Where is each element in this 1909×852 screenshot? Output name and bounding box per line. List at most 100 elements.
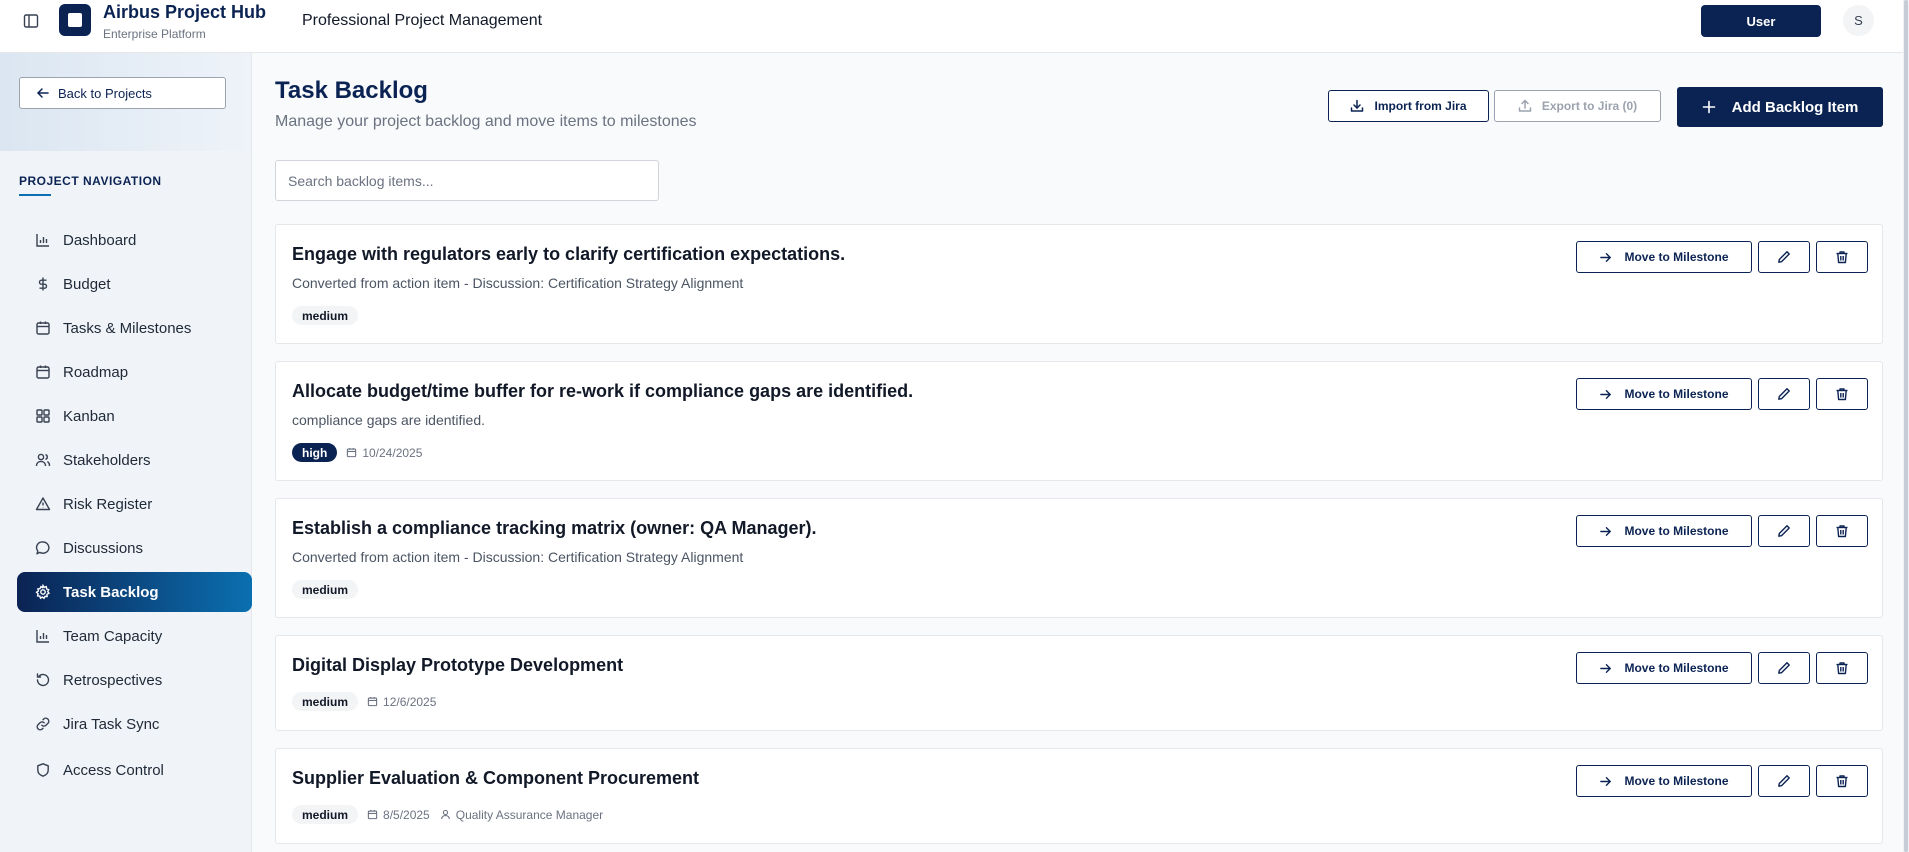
calendar-icon [367,810,378,820]
back-to-projects-button[interactable]: Back to Projects [19,77,226,109]
upload-icon [1518,99,1532,112]
warning-icon [35,497,51,511]
sidebar-item-label: Roadmap [63,363,129,381]
priority-badge: high [292,443,338,462]
edit-button[interactable] [1758,765,1810,797]
due-date-text: 12/6/2025 [383,694,437,709]
scrollbar-thumb[interactable] [1904,0,1908,852]
sidebar-item-discussions[interactable]: Discussions [17,528,252,568]
backlog-item-title: Engage with regulators early to clarify … [292,244,846,264]
pencil-icon [1778,662,1790,674]
move-to-milestone-button[interactable]: Move to Milestone [1576,241,1752,273]
backlog-item-meta: medium 12/6/2025 [292,692,436,711]
move-to-milestone-button[interactable]: Move to Milestone [1576,515,1752,547]
sidebar-item-label: Team Capacity [63,627,163,645]
due-date: 10/24/2025 [346,446,422,460]
page-subtitle: Manage your project backlog and move ite… [275,113,697,130]
sidebar-item-task-backlog[interactable]: Task Backlog [17,572,252,612]
priority-badge: medium [292,692,359,711]
bar-chart-icon [36,234,49,247]
sidebar-item-risk-register[interactable]: Risk Register [17,484,252,524]
sidebar-item-access-control[interactable]: Access Control [17,750,252,790]
add-backlog-item-button[interactable]: Add Backlog Item [1677,87,1883,127]
sidebar-item-label: Retrospectives [63,671,163,689]
delete-button[interactable] [1816,241,1868,273]
priority-badge: medium [292,805,359,824]
plus-icon [1702,100,1715,114]
backlog-card: Engage with regulators early to clarify … [275,224,1883,344]
brand-title: Airbus Project Hub [103,2,267,22]
move-label: Move to Milestone [1624,774,1729,788]
delete-button[interactable] [1816,378,1868,410]
sidebar-item-budget[interactable]: Budget [17,264,252,304]
calendar-icon [36,365,50,379]
backlog-item-title: Supplier Evaluation & Component Procurem… [292,768,700,788]
delete-button[interactable] [1816,652,1868,684]
delete-button[interactable] [1816,765,1868,797]
brand-logo[interactable] [59,4,91,36]
sidebar: Back to Projects PROJECT NAVIGATION Dash… [0,53,252,852]
pencil-icon [1778,388,1790,400]
arrow-right-icon [1600,389,1612,399]
edit-button[interactable] [1758,378,1810,410]
backlog-card: Establish a compliance tracking matrix (… [275,498,1883,618]
backlog-item-description: Converted from action item - Discussion:… [292,549,744,565]
priority-badge: medium [292,306,359,325]
nav-heading: PROJECT NAVIGATION [19,174,162,188]
move-to-milestone-button[interactable]: Move to Milestone [1576,765,1752,797]
import-from-jira-button[interactable]: Import from Jira [1328,90,1489,122]
shield-icon [37,763,49,777]
owner-text: Quality Assurance Manager [455,807,604,822]
pencil-icon [1778,525,1790,537]
page-title: Task Backlog [275,77,428,104]
due-date-text: 8/5/2025 [383,807,430,822]
sidebar-item-label: Discussions [63,539,144,557]
calendar-icon [36,321,50,335]
sidebar-item-label: Stakeholders [63,451,151,469]
trash-icon [1836,525,1848,538]
trash-icon [1836,251,1848,264]
sidebar-item-label: Budget [63,275,111,293]
sidebar-item-tasks-milestones[interactable]: Tasks & Milestones [17,308,252,348]
arrow-right-icon [1600,526,1612,536]
sidebar-item-dashboard[interactable]: Dashboard [17,220,252,260]
sidebar-top-panel: Back to Projects [0,53,251,151]
backlog-item-meta: medium [292,580,359,599]
trash-icon [1836,388,1848,401]
sidebar-item-label: Access Control [63,761,164,779]
user-button[interactable]: User [1701,5,1821,37]
bar-chart-icon [36,630,49,643]
pencil-icon [1778,251,1790,263]
backlog-item-description: Converted from action item - Discussion:… [292,275,744,291]
export-label: Export to Jira (0) [1541,99,1638,113]
move-label: Move to Milestone [1624,387,1729,401]
sidebar-item-stakeholders[interactable]: Stakeholders [17,440,252,480]
trash-icon [1836,775,1848,788]
sidebar-item-roadmap[interactable]: Roadmap [17,352,252,392]
move-to-milestone-button[interactable]: Move to Milestone [1576,378,1752,410]
sidebar-item-kanban[interactable]: Kanban [17,396,252,436]
pencil-icon [1778,775,1790,787]
page-scrollbar[interactable] [1903,0,1909,852]
sidebar-item-jira-task-sync[interactable]: Jira Task Sync [17,704,252,744]
sidebar-item-retrospectives[interactable]: Retrospectives [17,660,252,700]
calendar-icon [347,448,357,458]
backlog-item-meta: high 10/24/2025 [292,443,422,462]
avatar[interactable]: S [1843,5,1874,36]
export-to-jira-button[interactable]: Export to Jira (0) [1494,90,1661,122]
backlog-card: Allocate budget/time buffer for re-work … [275,361,1883,481]
due-date: 8/5/2025 [367,808,430,822]
due-date: 12/6/2025 [367,695,436,709]
search-input[interactable] [275,160,659,201]
sidebar-item-team-capacity[interactable]: Team Capacity [17,616,252,656]
sidebar-item-label: Kanban [63,407,115,425]
move-to-milestone-button[interactable]: Move to Milestone [1576,652,1752,684]
backlog-item-title: Digital Display Prototype Development [292,655,624,675]
delete-button[interactable] [1816,515,1868,547]
grid-icon [36,409,50,423]
edit-button[interactable] [1758,652,1810,684]
edit-button[interactable] [1758,241,1810,273]
sidebar-toggle-icon[interactable] [22,12,40,30]
edit-button[interactable] [1758,515,1810,547]
arrow-left-icon [37,88,49,98]
